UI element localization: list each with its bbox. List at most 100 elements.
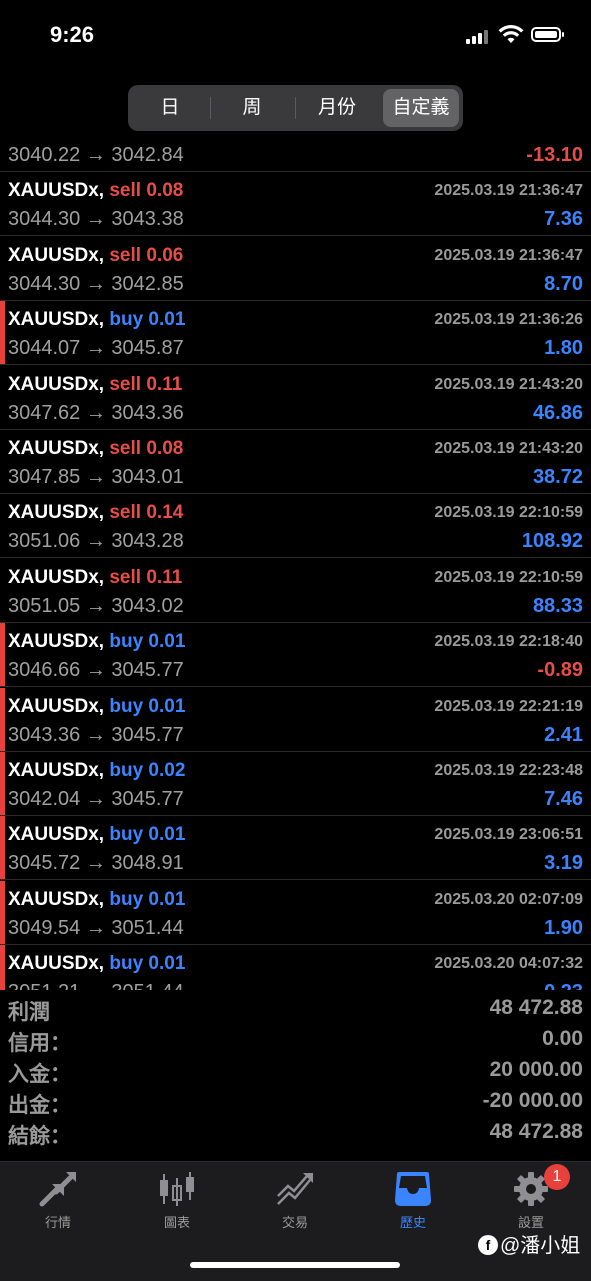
trade-row[interactable]: XAUUSDx, sell 0.06 2025.03.19 21:36:47 304… [0, 237, 591, 301]
segment-week[interactable]: 周 [213, 89, 291, 127]
symbol-name: XAUUSDx, [8, 953, 105, 974]
trade-symbol: XAUUSDx, sell 0.11 [8, 567, 182, 589]
tab-label: 歷史 [399, 1215, 426, 1230]
trade-row[interactable]: XAUUSDx, buy 0.01 2025.03.19 23:06:51 3045… [0, 816, 591, 880]
symbol-name: XAUUSDx, [8, 438, 105, 459]
watermark-text: @潘小姐 [500, 1235, 581, 1257]
status-time: 9:26 [50, 22, 95, 47]
trade-datetime: 2025.03.19 21:36:26 [434, 311, 583, 328]
trade-symbol: XAUUSDx, sell 0.08 [8, 438, 183, 460]
trade-symbol: XAUUSDx, buy 0.01 [8, 889, 185, 911]
trade-prices: 3044.30 → 3042.85 [8, 273, 184, 295]
symbol-name: XAUUSDx, [8, 309, 105, 330]
trade-row[interactable]: XAUUSDx, sell 0.11 2025.03.19 22:10:59 305… [0, 559, 591, 623]
trade-prices: 3044.07 → 3045.87 [8, 337, 184, 359]
trade-row[interactable]: XAUUSDx, sell 0.08 2025.03.19 21:36:47 304… [0, 172, 591, 236]
trade-datetime: 2025.03.19 21:43:20 [434, 376, 583, 393]
summary-profit-row: 利潤 48 472.88 [0, 994, 591, 1025]
trade-volume: 0.01 [148, 953, 186, 974]
trade-volume: 0.11 [146, 374, 183, 395]
summary-label: 信用： [8, 1032, 71, 1055]
symbol-name: XAUUSDx, [8, 760, 105, 781]
trade-trend-icon [277, 1173, 313, 1205]
trade-volume: 0.14 [146, 502, 184, 523]
trade-profit: 7.46 [544, 788, 583, 810]
trade-symbol: XAUUSDx, buy 0.01 [8, 696, 185, 718]
symbol-name: XAUUSDx, [8, 889, 105, 910]
trade-volume: 0.11 [146, 567, 183, 588]
trade-side: buy [109, 309, 144, 330]
trade-row[interactable]: 3040.22 → 3042.84 -13.10 [0, 131, 591, 172]
trade-datetime: 2025.03.20 02:07:09 [434, 891, 583, 908]
home-indicator [190, 1262, 400, 1268]
history-inbox-icon [395, 1172, 431, 1206]
trade-row[interactable]: XAUUSDx, buy 0.01 2025.03.19 22:21:19 3043… [0, 688, 591, 752]
trade-row[interactable]: XAUUSDx, buy 0.01 2025.03.20 02:07:09 3049… [0, 881, 591, 945]
trade-profit: 1.80 [544, 337, 583, 359]
trade-row[interactable]: XAUUSDx, buy 0.01 2025.03.19 22:18:40 3046… [0, 623, 591, 687]
trade-side: sell [109, 502, 142, 523]
trade-datetime: 2025.03.20 04:07:32 [434, 955, 583, 972]
segment-day[interactable]: 日 [132, 89, 208, 127]
trade-datetime: 2025.03.19 22:23:48 [434, 762, 583, 779]
trade-symbol: XAUUSDx, buy 0.01 [8, 953, 185, 975]
trade-row[interactable]: XAUUSDx, sell 0.14 2025.03.19 22:10:59 305… [0, 494, 591, 558]
trade-side: buy [109, 760, 144, 781]
trade-prices: 3051.21 → 3051.44 [8, 981, 184, 990]
trade-row[interactable]: XAUUSDx, sell 0.08 2025.03.19 21:43:20 304… [0, 430, 591, 494]
summary-balance-row: 結餘： 48 472.88 [0, 1118, 591, 1149]
summary-value: 48 472.88 [489, 996, 583, 1019]
trade-volume: 0.01 [148, 309, 186, 330]
facebook-icon: f [478, 1235, 498, 1255]
trade-profit: -13.10 [526, 144, 583, 166]
summary-label: 出金： [8, 1094, 71, 1117]
symbol-name: XAUUSDx, [8, 245, 105, 266]
symbol-name: XAUUSDx, [8, 180, 105, 201]
segment-custom[interactable]: 自定義 [383, 89, 459, 127]
trade-datetime: 2025.03.19 22:10:59 [434, 569, 583, 586]
trade-side: buy [109, 824, 144, 845]
trade-prices: 3045.72 → 3048.91 [8, 852, 184, 874]
trade-symbol: XAUUSDx, sell 0.11 [8, 374, 182, 396]
trade-side: buy [109, 631, 144, 652]
trade-datetime: 2025.03.19 21:36:47 [434, 182, 583, 199]
trade-profit: 8.70 [544, 273, 583, 295]
wifi-icon [498, 25, 524, 43]
segment-month[interactable]: 月份 [298, 89, 376, 127]
trade-row[interactable]: XAUUSDx, buy 0.02 2025.03.19 22:23:48 3042… [0, 752, 591, 816]
symbol-name: XAUUSDx, [8, 374, 105, 395]
tab-history[interactable]: 歷史 [358, 1170, 468, 1240]
trade-history-list[interactable]: 3040.22 → 3042.84 -13.10 XAUUSDx, sell 0.0… [0, 131, 591, 990]
trade-profit: 88.33 [532, 595, 583, 617]
trade-side: buy [109, 953, 144, 974]
trade-volume: 0.06 [146, 245, 184, 266]
segment-divider [295, 97, 296, 119]
trade-symbol: XAUUSDx, sell 0.14 [8, 502, 183, 524]
trade-symbol: XAUUSDx, sell 0.06 [8, 245, 183, 267]
trade-profit: 38.72 [532, 466, 583, 488]
tab-quotes[interactable]: 行情 [3, 1170, 113, 1240]
trade-row[interactable]: XAUUSDx, sell 0.11 2025.03.19 21:43:20 304… [0, 366, 591, 430]
summary-deposit-row: 入金： 20 000.00 [0, 1056, 591, 1087]
trade-prices: 3042.04 → 3045.77 [8, 788, 184, 810]
period-segmented-control: 日 周 月份 自定義 [128, 85, 463, 131]
trade-volume: 0.01 [148, 824, 186, 845]
trade-row[interactable]: XAUUSDx, buy 0.01 2025.03.19 21:36:26 3044… [0, 301, 591, 365]
trade-prices: 3043.36 → 3045.77 [8, 724, 184, 746]
account-summary: 利潤 48 472.88 信用： 0.00 入金： 20 000.00 出金： … [0, 994, 591, 1160]
trade-datetime: 2025.03.19 22:21:19 [434, 698, 583, 715]
trade-profit: 3.19 [544, 852, 583, 874]
trade-prices: 3051.05 → 3043.02 [8, 595, 184, 617]
trade-volume: 0.01 [148, 696, 186, 717]
tab-chart[interactable]: 圖表 [122, 1170, 232, 1240]
trade-row[interactable]: XAUUSDx, buy 0.01 2025.03.20 04:07:32 3051… [0, 945, 591, 990]
summary-label: 入金： [8, 1063, 71, 1086]
summary-value: 48 472.88 [489, 1120, 583, 1143]
trade-profit: 46.86 [532, 402, 583, 424]
trade-volume: 0.02 [148, 760, 186, 781]
tab-trade[interactable]: 交易 [240, 1170, 350, 1240]
trade-side: sell [109, 245, 142, 266]
trade-side: sell [109, 438, 142, 459]
trade-profit: -0.89 [537, 659, 583, 681]
quotes-arrows-icon [39, 1172, 76, 1207]
